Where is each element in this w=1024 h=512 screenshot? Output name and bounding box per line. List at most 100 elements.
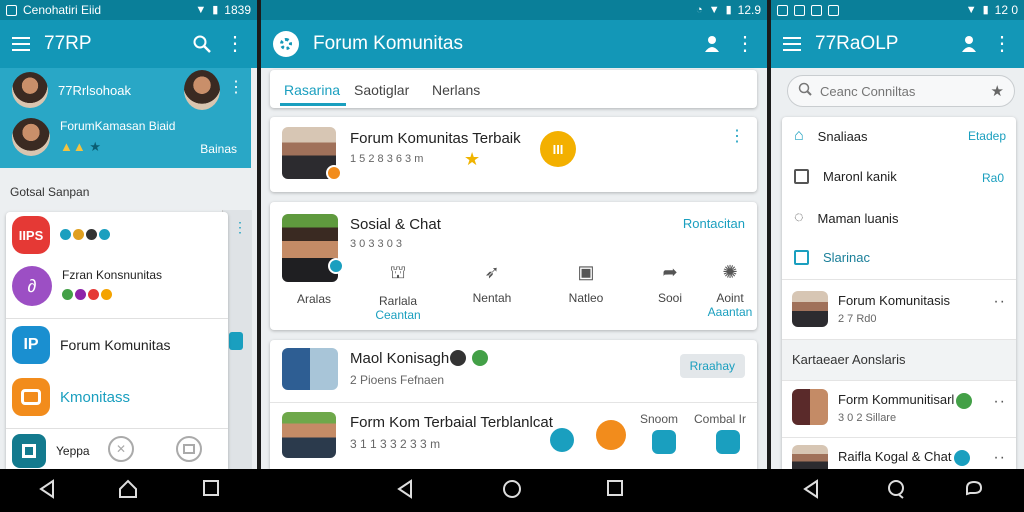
app-icon[interactable] (652, 430, 676, 454)
app-icon[interactable] (716, 430, 740, 454)
profile-sub: Bainas (200, 142, 237, 156)
profile-icon[interactable] (960, 35, 978, 53)
home-icon: ⌂ (794, 127, 804, 144)
menu-item-action[interactable]: Ra0 (982, 171, 1004, 185)
profile-icon[interactable] (703, 35, 721, 53)
recents-icon[interactable] (202, 479, 220, 502)
menu-item[interactable]: ◌ Maman luanis (794, 209, 898, 227)
menu-item[interactable]: Maronl kanik (794, 169, 897, 184)
search-bar[interactable]: ★ (787, 75, 1015, 107)
list-item-title[interactable]: Raifla Kogal & Chat (838, 449, 951, 464)
action-sub: Ceantan (375, 308, 421, 322)
more-options-icon[interactable]: ⋮ (233, 220, 247, 234)
menu-icon[interactable] (12, 37, 30, 51)
notification-icon (828, 4, 839, 16)
menu-icon[interactable] (783, 37, 801, 51)
action-item[interactable]: ✺ Aoint Aaantan (700, 262, 760, 319)
more-options-icon[interactable]: ⋮ (225, 34, 245, 54)
combal-label: Combal Ir (694, 412, 747, 426)
more-options-icon[interactable]: ⋮ (992, 34, 1012, 54)
tab-bar: Rasarina Saotiglar Nerlans (270, 70, 757, 108)
phone-screen-right: ▼ ▮ 12 0 77RaOLP ⋮ ★ ⌂ Snaliaas Etadep M… (771, 0, 1024, 469)
notification-icon (794, 4, 805, 16)
notification-icon (777, 4, 788, 16)
menu-item[interactable]: ⌂ Snaliaas (794, 127, 868, 145)
community-card[interactable]: Sosial & Chat 3 0 3 3 0 3 Rontacitan Ara… (270, 202, 757, 330)
building-icon: ⛫ (389, 262, 407, 282)
more-options-icon[interactable]: ⋮ (729, 129, 745, 145)
app-logo-icon: IP (12, 326, 50, 364)
snoom-label: Snoom (640, 412, 679, 426)
app-badges (62, 286, 162, 304)
tab-1[interactable]: Rasarina (284, 82, 340, 98)
section-label: Kartaeaer Aonslaris (792, 352, 906, 367)
share-arrow-icon: ➦ (662, 262, 678, 282)
community-card[interactable]: Forum Komunitas Terbaik 1 5 2 8 3 6 3 m … (270, 117, 757, 192)
wifi-icon: ▼ (965, 3, 977, 16)
drawer-item-label: Fzran Konsnunitas (62, 268, 163, 282)
tab-3[interactable]: Nerlans (432, 82, 480, 98)
home-icon[interactable] (118, 479, 138, 504)
status-time: 12 0 (994, 3, 1018, 17)
more-options-icon[interactable]: ·· (993, 393, 1006, 411)
search-icon[interactable] (193, 35, 211, 53)
recents-icon[interactable] (606, 479, 624, 502)
action-item[interactable]: ▣ Natleo (556, 262, 616, 305)
drawer-item[interactable]: Kmonitass (12, 378, 130, 416)
compass-icon[interactable]: ✕ (108, 436, 134, 462)
avatar (12, 118, 50, 156)
star-icon[interactable]: ★ (991, 82, 1004, 100)
badge-icon (956, 393, 972, 409)
menu-item-action[interactable]: Etadep (968, 129, 1006, 143)
battery-icon: ▮ (982, 3, 989, 16)
more-options-icon[interactable]: ⋮ (735, 34, 755, 54)
bird-icon: ➶ (484, 262, 500, 282)
search-input[interactable] (820, 83, 983, 99)
more-options-icon[interactable]: ·· (993, 449, 1006, 467)
community-thumbnail (282, 412, 336, 458)
drawer-item[interactable]: IIPS (12, 216, 112, 254)
action-item[interactable]: ➶ Nentah (462, 262, 522, 305)
menu-item-label: Snaliaas (817, 128, 868, 144)
chat-icon[interactable] (550, 428, 574, 452)
chat-bubble-icon[interactable] (886, 479, 906, 504)
badge-icon (472, 350, 488, 366)
search-icon (798, 82, 812, 101)
list-item-title[interactable]: Form Kommunitisarl (838, 392, 954, 407)
app-logo-icon: ∂ (12, 266, 52, 306)
profile-row-1[interactable]: 77Rrlsohoak (12, 72, 131, 108)
chat-bubble-icon[interactable] (964, 479, 984, 504)
more-options-icon[interactable]: ·· (993, 293, 1006, 311)
action-label[interactable]: Aralas (284, 292, 344, 306)
profile-row-2[interactable]: ForumKamasan Biaid ▲▲ ★ (12, 118, 175, 156)
card-title: Forum Komunitas Terbaik (350, 130, 521, 147)
menu-item[interactable]: Slarinac (794, 250, 870, 265)
calendar-icon[interactable] (176, 436, 202, 462)
drawer-item[interactable]: IP Forum Komunitas (12, 326, 170, 364)
app-drawer-popup: IIPS ∂ Fzran Konsnunitas IP Forum Komuni… (6, 212, 228, 469)
action-label: Natleo (568, 291, 604, 305)
status-bar: ◔ ▼ ▮ 12.9 (261, 0, 767, 20)
tab-2[interactable]: Saotiglar (354, 82, 409, 98)
app-icon (229, 332, 243, 350)
menu-item-label: Slarinac (823, 250, 870, 265)
back-icon[interactable] (802, 479, 820, 504)
home-icon[interactable] (502, 479, 522, 504)
drawer-item[interactable]: Yeppa (12, 434, 90, 468)
app-title: 77RP (44, 33, 92, 54)
card-title: Maol Konisagh (350, 350, 450, 367)
more-options-icon[interactable]: ⋮ (228, 80, 244, 96)
back-icon[interactable] (38, 479, 56, 504)
follow-button[interactable]: Rraahay (679, 354, 745, 378)
community-card[interactable]: Maol Konisagh 2 Pioens Fefnaen Rraahay F… (270, 340, 757, 469)
drawer-item-label: Forum Komunitas (60, 337, 171, 353)
contact-link[interactable]: Rontacitan (683, 216, 745, 231)
back-icon[interactable] (396, 479, 414, 504)
action-item[interactable]: ⛫ Rarlala Ceantan (368, 262, 428, 322)
chat-icon[interactable] (596, 420, 626, 450)
wifi-icon: ▼ (708, 3, 720, 16)
chat-bubble-icon[interactable]: III (540, 131, 576, 167)
action-item[interactable]: ➦ Sooi (640, 262, 700, 305)
drawer-item[interactable]: ∂ Fzran Konsnunitas (12, 266, 162, 306)
list-item-title[interactable]: Forum Komunitasis (838, 293, 950, 308)
